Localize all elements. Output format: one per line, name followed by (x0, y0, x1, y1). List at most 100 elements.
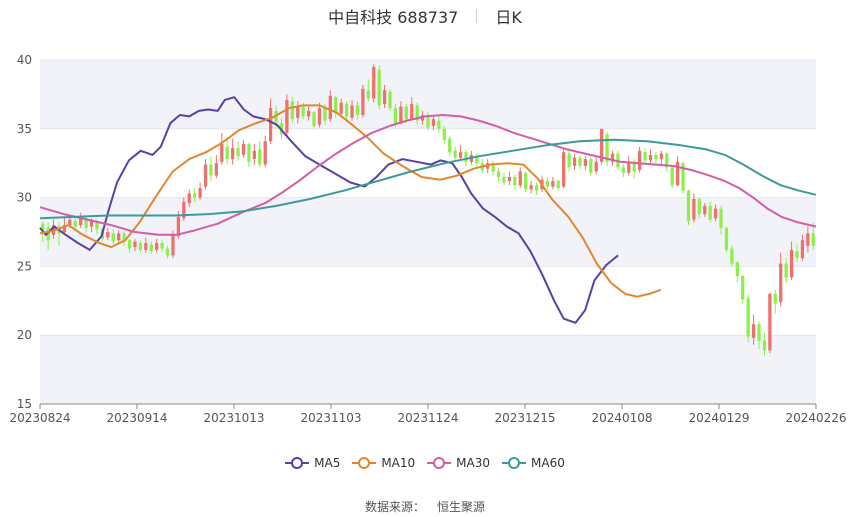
candle-body (670, 167, 674, 186)
legend-item-ma10[interactable]: MA10 (352, 456, 415, 470)
candle-body (301, 106, 305, 117)
candle-body (344, 104, 349, 117)
ma5-legend-icon (285, 457, 310, 469)
candle-body (350, 105, 354, 118)
candle-body (306, 110, 311, 117)
candle-body (187, 193, 191, 204)
candle-body (692, 198, 696, 220)
candle-body (556, 181, 560, 188)
legend-label: MA60 (531, 456, 565, 470)
candle-body (388, 91, 392, 109)
candle-body (751, 324, 756, 338)
candle-body (724, 227, 729, 250)
background-bands (40, 60, 816, 404)
candle-body (583, 159, 587, 166)
candle-body (773, 293, 777, 304)
candle-body (231, 148, 235, 160)
x-tick-label: 20240129 (688, 411, 749, 425)
legend: MA5 MA10 MA30 MA60 (0, 456, 850, 470)
candle-body (621, 167, 625, 173)
candle-body (155, 243, 159, 250)
candle-body (290, 101, 294, 120)
candle-body (236, 148, 240, 157)
candle-body (198, 187, 202, 198)
candle-body (686, 190, 691, 221)
candle-body (545, 181, 550, 187)
candle-body (638, 150, 642, 171)
candle-body (594, 161, 598, 172)
candle-body (464, 152, 468, 162)
candle-body (567, 153, 571, 168)
candle-body (225, 146, 229, 160)
candle-body (241, 143, 246, 155)
candle-body (133, 241, 137, 248)
candle-body (448, 138, 452, 153)
candle-body (746, 298, 750, 337)
candle-body (377, 69, 381, 106)
x-tick-label: 20231013 (203, 411, 264, 425)
candle-body (578, 157, 582, 166)
candle-body (811, 233, 815, 246)
candle-body (589, 159, 593, 173)
candle-body (366, 90, 370, 99)
candle-body (453, 150, 457, 158)
candle-body (513, 176, 517, 186)
candle-body (355, 105, 360, 116)
legend-item-ma5[interactable]: MA5 (285, 456, 340, 470)
x-tick-label: 20231124 (397, 411, 458, 425)
candle-body (762, 340, 767, 351)
candle-body (572, 157, 577, 166)
candle-body (193, 193, 197, 198)
ma60-legend-icon (502, 457, 527, 469)
candlestick-chart: 152025303540 20230824 20230914 20231013 202… (9, 53, 846, 425)
candle-body (502, 176, 506, 183)
candle-body (757, 324, 761, 341)
candle-body (393, 108, 398, 124)
candle-body (713, 208, 718, 219)
candle-body (496, 171, 501, 177)
candle-body (806, 233, 810, 246)
y-tick-label: 20 (17, 328, 32, 342)
data-source: 数据来源： 恒生聚源 (0, 498, 850, 515)
candle-body (741, 276, 745, 300)
candle-body (73, 220, 77, 227)
candle-body (795, 251, 799, 259)
candle-body (789, 249, 794, 278)
candle-body (551, 181, 555, 187)
candle-body (317, 108, 322, 125)
candle-body (361, 88, 365, 116)
candle-body (703, 205, 707, 215)
candle-body (106, 232, 110, 238)
ma30-legend-icon (427, 457, 452, 469)
y-axis: 15 20 25 30 35 40 (17, 53, 32, 411)
candle-body (442, 128, 446, 140)
candle-body (675, 161, 680, 186)
candle-body (117, 233, 121, 241)
candle-body (735, 262, 739, 277)
x-tick-label: 20240226 (785, 411, 846, 425)
y-tick-label: 25 (17, 259, 32, 273)
candle-body (263, 141, 267, 165)
candle-body (165, 248, 170, 256)
candle-body (708, 205, 712, 220)
x-tick-label: 20231103 (300, 411, 361, 425)
candle-body (529, 185, 533, 190)
candle-body (399, 106, 403, 122)
candle-body (779, 263, 783, 303)
x-tick-label: 20230824 (9, 411, 70, 425)
x-tick-label: 20230914 (106, 411, 167, 425)
candle-body (144, 243, 148, 250)
legend-item-ma30[interactable]: MA30 (427, 456, 490, 470)
candle-body (404, 106, 408, 120)
candle-body (328, 95, 332, 120)
candle-body (524, 172, 528, 190)
candle-body (382, 90, 387, 105)
legend-item-ma60[interactable]: MA60 (502, 456, 565, 470)
candle-body (220, 143, 224, 162)
candle-body (372, 66, 376, 99)
candle-body (768, 293, 772, 351)
candle-body (437, 120, 441, 129)
candle-body (138, 243, 143, 250)
source-name: 恒生聚源 (437, 500, 486, 514)
candle-body (209, 164, 213, 176)
